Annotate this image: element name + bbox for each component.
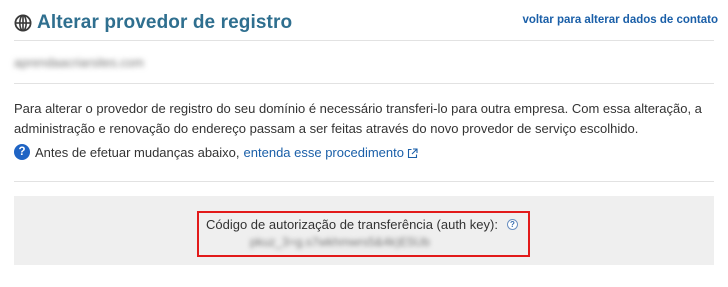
page-title: Alterar provedor de registro <box>37 12 293 33</box>
help-icon[interactable]: ? <box>14 144 30 160</box>
auth-key-label: Código de autorização de transferência (… <box>206 217 498 232</box>
back-to-contact-link[interactable]: voltar para alterar dados de contato <box>522 14 718 26</box>
external-link-icon[interactable] <box>407 147 418 158</box>
description-text: Para alterar o provedor de registro do s… <box>14 101 702 136</box>
auth-help-icon[interactable]: ? <box>506 219 518 230</box>
title-wrap: Alterar provedor de registro <box>14 12 292 34</box>
page: Alterar provedor de registro voltar para… <box>0 0 728 287</box>
auth-key-value[interactable]: pkuz_3=g.s7wkhmwrs5&4k)E5Ub <box>250 235 430 249</box>
info-text: Antes de efetuar mudanças abaixo, <box>35 144 240 160</box>
divider <box>14 181 714 182</box>
globe-icon <box>14 14 32 32</box>
divider <box>14 40 714 41</box>
divider <box>14 83 714 84</box>
header: Alterar provedor de registro voltar para… <box>14 10 718 36</box>
auth-label-row: Código de autorização de transferência (… <box>206 217 518 232</box>
domain-name: aprendaacriarsites.com <box>14 56 144 70</box>
procedure-link[interactable]: entenda esse procedimento <box>244 145 404 160</box>
info-row: ? Antes de efetuar mudanças abaixo, ente… <box>14 144 418 160</box>
